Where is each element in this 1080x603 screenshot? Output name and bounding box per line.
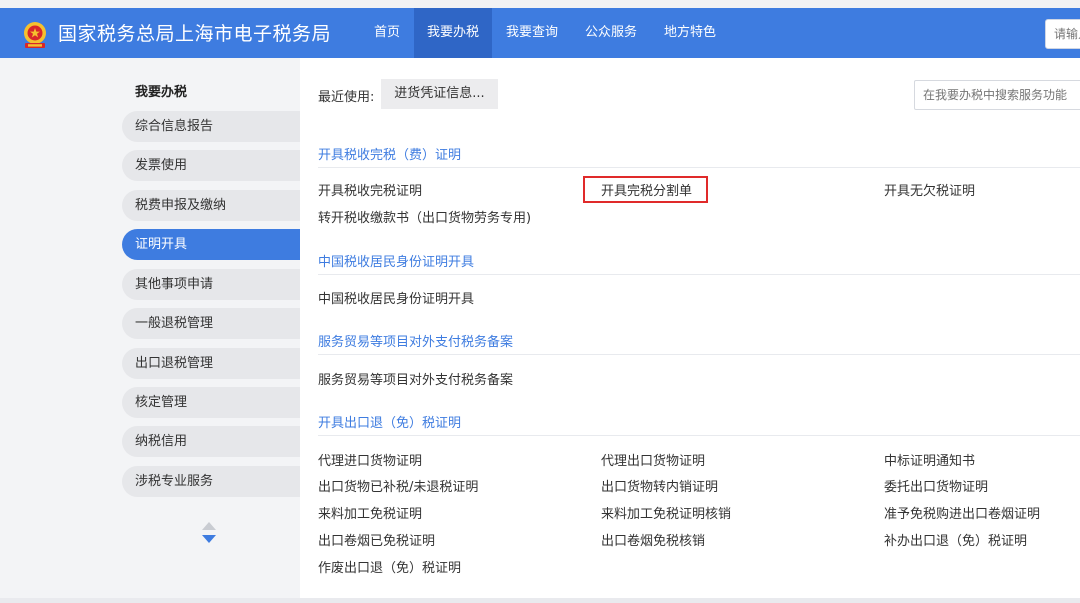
link-agent-import-cert[interactable]: 代理进口货物证明 <box>318 450 422 469</box>
link-void-refund-cert[interactable]: 作废出口退（免）税证明 <box>318 557 461 576</box>
highlight-box <box>583 176 708 203</box>
site-title: 国家税务总局上海市电子税务局 <box>58 23 332 45</box>
section-title-export-refund-cert: 开具出口退（免）税证明 <box>318 416 462 431</box>
nav-public-services[interactable]: 公众服务 <box>572 8 650 58</box>
sidebar-item-invoice[interactable]: 发票使用 <box>122 150 300 181</box>
link-agent-export-cert[interactable]: 代理出口货物证明 <box>601 450 705 469</box>
nav-home[interactable]: 首页 <box>360 8 414 58</box>
scroll-arrows-icon[interactable] <box>201 520 217 546</box>
link-cigarette-exempt-writeoff[interactable]: 出口卷烟免税核销 <box>601 530 705 549</box>
section-divider <box>318 354 1080 355</box>
link-export-supplemented-cert[interactable]: 出口货物已补税/未退税证明 <box>318 476 478 495</box>
link-reissue-refund-cert[interactable]: 补办出口退（免）税证明 <box>884 530 1027 549</box>
window-top-strip <box>0 0 1080 8</box>
sidebar-item-certificate[interactable]: 证明开具 <box>122 229 300 260</box>
section-title-tax-payment-cert: 开具税收完税（费）证明 <box>318 148 462 163</box>
service-search-box <box>914 80 1080 110</box>
nav-local-features[interactable]: 地方特色 <box>650 8 730 58</box>
window-bottom-edge <box>0 598 1080 603</box>
recent-item-button[interactable]: 进货凭证信息... <box>381 79 498 109</box>
link-residency-cert[interactable]: 中国税收居民身份证明开具 <box>318 288 474 307</box>
link-tax-payment-cert[interactable]: 开具税收完税证明 <box>318 180 422 199</box>
top-search-input[interactable] <box>1046 20 1080 48</box>
link-processing-exempt-writeoff[interactable]: 来料加工免税证明核销 <box>601 503 731 522</box>
sidebar-heading: 我要办税 <box>135 85 188 100</box>
link-cigarette-purchase-cert[interactable]: 准予免税购进出口卷烟证明 <box>884 503 1040 522</box>
section-divider <box>318 274 1080 275</box>
sidebar-item-declaration[interactable]: 税费申报及缴纳 <box>122 190 300 221</box>
sidebar-item-credit[interactable]: 纳税信用 <box>122 426 300 457</box>
section-title-service-trade-filing: 服务贸易等项目对外支付税务备案 <box>318 335 514 350</box>
sidebar-item-general-refund[interactable]: 一般退税管理 <box>122 308 300 339</box>
sidebar-item-assessment[interactable]: 核定管理 <box>122 387 300 418</box>
sidebar-item-professional-service[interactable]: 涉税专业服务 <box>122 466 300 497</box>
link-cigarette-exempt-cert[interactable]: 出口卷烟已免税证明 <box>318 530 435 549</box>
nav-query[interactable]: 我要查询 <box>492 8 572 58</box>
link-transfer-payment-book[interactable]: 转开税收缴款书（出口货物劳务专用) <box>318 207 531 226</box>
sidebar: 我要办税 综合信息报告 发票使用 税费申报及缴纳 证明开具 其他事项申请 一般退… <box>0 58 300 598</box>
link-service-trade-filing[interactable]: 服务贸易等项目对外支付税务备案 <box>318 369 513 388</box>
link-no-tax-owed-cert[interactable]: 开具无欠税证明 <box>884 180 975 199</box>
link-bid-cert-notice[interactable]: 中标证明通知书 <box>884 450 975 469</box>
sidebar-item-info-report[interactable]: 综合信息报告 <box>122 111 300 142</box>
link-entrusted-export-cert[interactable]: 委托出口货物证明 <box>884 476 988 495</box>
nav-tax-handling[interactable]: 我要办税 <box>414 8 492 58</box>
link-processing-exempt-cert[interactable]: 来料加工免税证明 <box>318 503 422 522</box>
top-search-box <box>1045 19 1080 49</box>
service-search-input[interactable] <box>915 81 1080 109</box>
main-content: 最近使用: 进货凭证信息... 开具税收完税（费）证明 开具税收完税证明 开具完… <box>300 58 1080 598</box>
recent-used-label: 最近使用: <box>318 90 375 105</box>
sidebar-item-export-refund[interactable]: 出口退税管理 <box>122 348 300 379</box>
section-divider <box>318 435 1080 436</box>
section-title-residency-cert: 中国税收居民身份证明开具 <box>318 255 475 270</box>
sidebar-item-other-application[interactable]: 其他事项申请 <box>122 269 300 300</box>
link-export-domestic-sale-cert[interactable]: 出口货物转内销证明 <box>601 476 718 495</box>
site-header: 国家税务总局上海市电子税务局 首页 我要办税 我要查询 公众服务 地方特色 <box>0 8 1080 58</box>
section-divider <box>318 167 1080 168</box>
national-emblem-icon <box>24 22 46 48</box>
